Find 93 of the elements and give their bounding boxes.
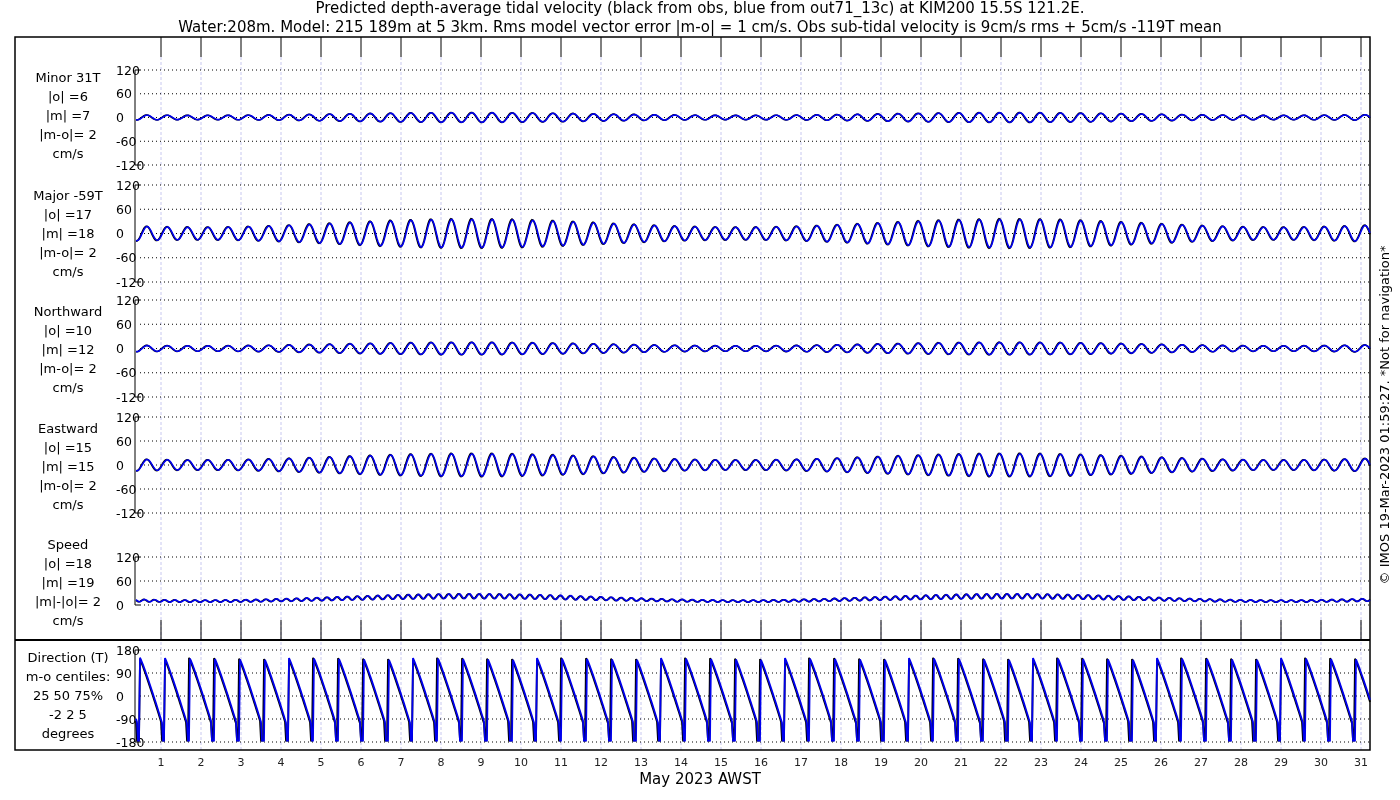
axis-tick-label: 11 (554, 756, 568, 769)
panel-label: |m-o|= 2 (39, 245, 97, 260)
axis-tick-label: 60 (116, 433, 132, 449)
axis-tick-label: 0 (116, 226, 124, 241)
axis-tick-label: 13 (634, 756, 648, 769)
panel-label: |m| =12 (41, 342, 95, 357)
axis-tick-label: -90 (116, 711, 137, 727)
panel-label: cm/s (52, 264, 84, 279)
panel-label: |m| =15 (41, 459, 95, 474)
axis-tick-label: 8 (437, 756, 445, 769)
panel-label: Direction (T) (27, 650, 109, 665)
axis-tick-label: 25 (1114, 756, 1128, 769)
panel-label: Minor 31T (35, 70, 101, 85)
axis-tick-label: -180 (116, 734, 145, 750)
axis-tick-label: -120 (116, 157, 145, 173)
axis-tick-label: 60 (116, 573, 132, 589)
panel-label: Eastward (38, 421, 98, 436)
panel-label: |m|-|o|= 2 (34, 594, 102, 609)
panel-label: |o| =10 (43, 323, 93, 338)
axis-tick-label: 120 (116, 62, 140, 78)
axis-tick-label: 22 (994, 756, 1008, 769)
axis-tick-label: 0 (116, 688, 124, 704)
axis-tick-label: -120 (116, 505, 145, 521)
axis-tick-label: -60 (116, 481, 137, 497)
axis-tick-label: -60 (116, 133, 137, 149)
panel-label: |m| =7 (45, 108, 91, 123)
axis-tick-label: 19 (874, 756, 888, 769)
axis-tick-label: 30 (1314, 756, 1328, 769)
panel-label: cm/s (52, 146, 84, 161)
axis-tick-label: 2 (197, 756, 205, 769)
axis-tick-label: 90 (116, 665, 132, 681)
axis-tick-label: 17 (794, 756, 808, 769)
axis-tick-label: 120 (116, 292, 140, 308)
axis-tick-label: 20 (914, 756, 928, 769)
axis-tick-label: 60 (116, 201, 132, 217)
axis-tick-label: -120 (116, 274, 145, 290)
panel-label: Northward (33, 304, 103, 319)
panel-label: Major -59T (33, 188, 103, 203)
panel-label: m-o centiles: (25, 669, 111, 684)
panel-label: degrees (41, 726, 95, 741)
panel-label: 25 50 75% (32, 688, 104, 703)
panel-label: cm/s (52, 613, 84, 628)
axis-tick-label: 0 (116, 597, 124, 613)
axis-tick-label: 12 (594, 756, 608, 769)
axis-tick-label: 26 (1154, 756, 1168, 769)
axis-tick-label: 18 (834, 756, 848, 769)
panel-label: cm/s (52, 497, 84, 512)
credit-text: © IMOS 19-Mar-2023 01:59:27. *Not for navigation* (1377, 245, 1392, 585)
axis-tick-label: 24 (1074, 756, 1088, 769)
panel-label: |o| =15 (43, 440, 93, 455)
axis-tick-label: 9 (477, 756, 485, 769)
axis-tick-label: 14 (674, 756, 688, 769)
panel-label: |o| =18 (43, 556, 93, 571)
axis-tick-label: 60 (116, 316, 132, 332)
axis-tick-label: 29 (1274, 756, 1288, 769)
panel-label: |m| =19 (41, 575, 95, 590)
axis-tick-label: -60 (116, 365, 137, 381)
axis-tick-label: 180 (116, 642, 140, 658)
axis-tick-label: 15 (714, 756, 728, 769)
axis-tick-label: 7 (397, 756, 405, 769)
axis-tick-label: 120 (116, 409, 140, 425)
panel-label: cm/s (52, 380, 84, 395)
axis-tick-label: 23 (1034, 756, 1048, 769)
axis-tick-label: 120 (116, 549, 140, 565)
axis-tick-label: 60 (116, 86, 132, 102)
panel-label: |m-o|= 2 (39, 127, 97, 142)
axis-tick-label: 28 (1234, 756, 1248, 769)
axis-tick-label: 120 (116, 177, 140, 193)
axis-title: May 2023 AWST (639, 770, 761, 788)
panel-label: |m-o|= 2 (39, 478, 97, 493)
panel-label: |o| =6 (48, 89, 88, 104)
axis-tick-label: 21 (954, 756, 968, 769)
axis-tick-label: 1 (157, 756, 165, 769)
panel-label: |m-o|= 2 (39, 361, 97, 376)
axis-tick-label: 0 (116, 110, 124, 125)
axis-tick-label: 10 (514, 756, 528, 769)
axis-tick-label: -60 (116, 250, 137, 266)
axis-tick-label: 3 (237, 756, 245, 769)
panel-label: Speed (47, 537, 89, 552)
panel-label: |m| =18 (41, 226, 95, 241)
axis-tick-label: 31 (1354, 756, 1368, 769)
axis-tick-label: 6 (357, 756, 365, 769)
axis-tick-label: 27 (1194, 756, 1208, 769)
chart-title: Predicted depth-average tidal velocity (black from obs, blue from out71_13c) at KIM200 15.5S 121.2E. (315, 0, 1085, 17)
axis-tick-label: -120 (116, 389, 145, 405)
axis-tick-label: 16 (754, 756, 768, 769)
chart-title: Water:208m. Model: 215 189m at 5 3km. Rms model vector error |m-o| = 1 cm/s. Obs sub-tidal velocity is 9cm/s rms + 5cm/s -119T mean (178, 18, 1222, 36)
panel-label: |o| =17 (43, 207, 93, 222)
axis-tick-label: 4 (277, 756, 285, 769)
axis-tick-label: 0 (116, 457, 124, 473)
axis-tick-label: 5 (317, 756, 325, 769)
axis-tick-label: 0 (116, 341, 124, 356)
panel-label: -2 2 5 (49, 707, 87, 722)
